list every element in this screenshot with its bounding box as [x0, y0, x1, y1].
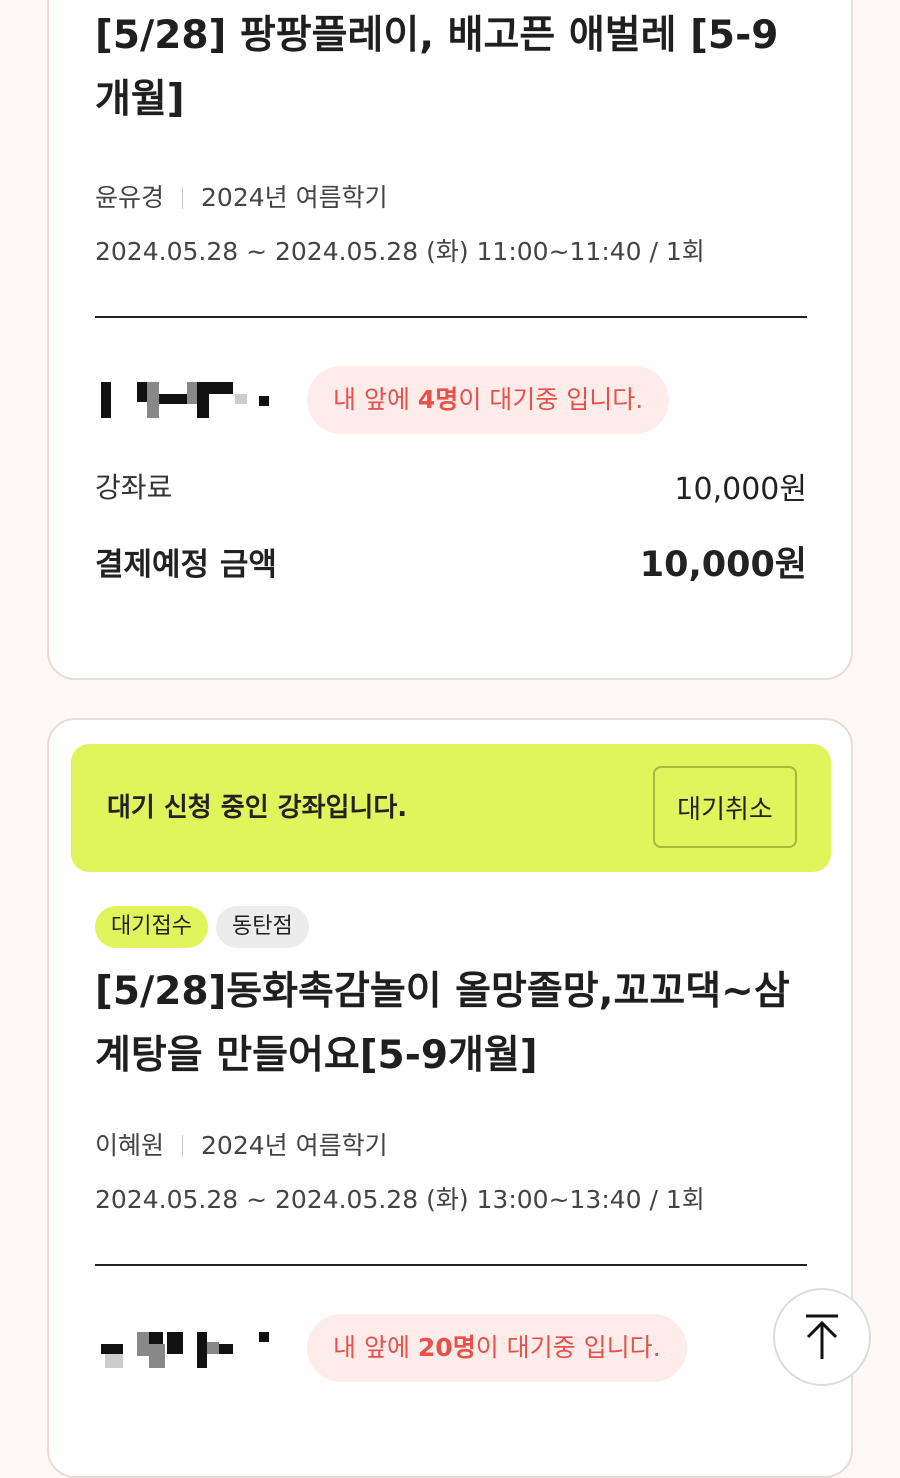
course-badges: 대기접수 동탄점	[95, 906, 309, 948]
total-value: 10,000원	[639, 545, 807, 585]
waitlist-banner: 대기 신청 중인 강좌입니다. 대기취소	[71, 744, 831, 872]
meta-divider	[182, 187, 184, 209]
course-term: 2024년 여름학기	[201, 183, 388, 212]
cancel-waitlist-button[interactable]: 대기취소	[653, 766, 797, 848]
waitlist-count: 20명	[417, 1333, 476, 1362]
instructor-name: 윤유경	[95, 183, 165, 212]
fee-value: 10,000원	[674, 472, 807, 507]
instructor-name: 이혜원	[95, 1131, 165, 1160]
redacted-name	[99, 1332, 274, 1372]
branch-badge: 동탄점	[215, 906, 309, 948]
meta-divider	[182, 1135, 184, 1157]
course-card-2: 대기 신청 중인 강좌입니다. 대기취소 대기접수 동탄점 [5/28]동화촉감…	[47, 718, 853, 1478]
course-title: [5/28] 팡팡플레이, 배고픈 애벌레 [5-9개월]	[95, 13, 779, 122]
total-row: 결제예정 금액 10,000원	[95, 536, 807, 587]
banner-text: 대기 신청 중인 강좌입니다.	[107, 793, 408, 823]
redacted-name	[99, 382, 274, 422]
course-schedule: 2024.05.28 ~ 2024.05.28 (화) 13:00~13:40 …	[95, 1185, 705, 1214]
section-divider	[95, 316, 807, 318]
waitlist-status: 내 앞에 20명이 대기중 입니다.	[307, 1314, 687, 1382]
status-badge: 대기접수	[95, 906, 208, 948]
total-label: 결제예정 금액	[95, 547, 277, 583]
course-title: [5/28]동화촉감놀이 올망졸망,꼬꼬댁~삼계탕을 만들어요[5-9개월]	[95, 969, 790, 1078]
waitlist-status: 내 앞에 4명이 대기중 입니다.	[307, 366, 670, 434]
course-schedule: 2024.05.28 ~ 2024.05.28 (화) 11:00~11:40 …	[95, 237, 705, 266]
fee-row: 강좌료 10,000원	[95, 464, 807, 508]
arrow-up-to-top-icon	[806, 1314, 838, 1359]
section-divider	[95, 1264, 807, 1266]
waitlist-count: 4명	[417, 385, 459, 414]
scroll-top-button[interactable]	[773, 1288, 871, 1386]
course-meta: 이혜원 2024년 여름학기	[95, 1126, 388, 1162]
course-term: 2024년 여름학기	[201, 1131, 388, 1160]
course-card-1: [5/28] 팡팡플레이, 배고픈 애벌레 [5-9개월] 윤유경 2024년 여…	[47, 0, 853, 680]
fee-label: 강좌료	[95, 471, 173, 504]
course-meta: 윤유경 2024년 여름학기	[95, 178, 388, 214]
